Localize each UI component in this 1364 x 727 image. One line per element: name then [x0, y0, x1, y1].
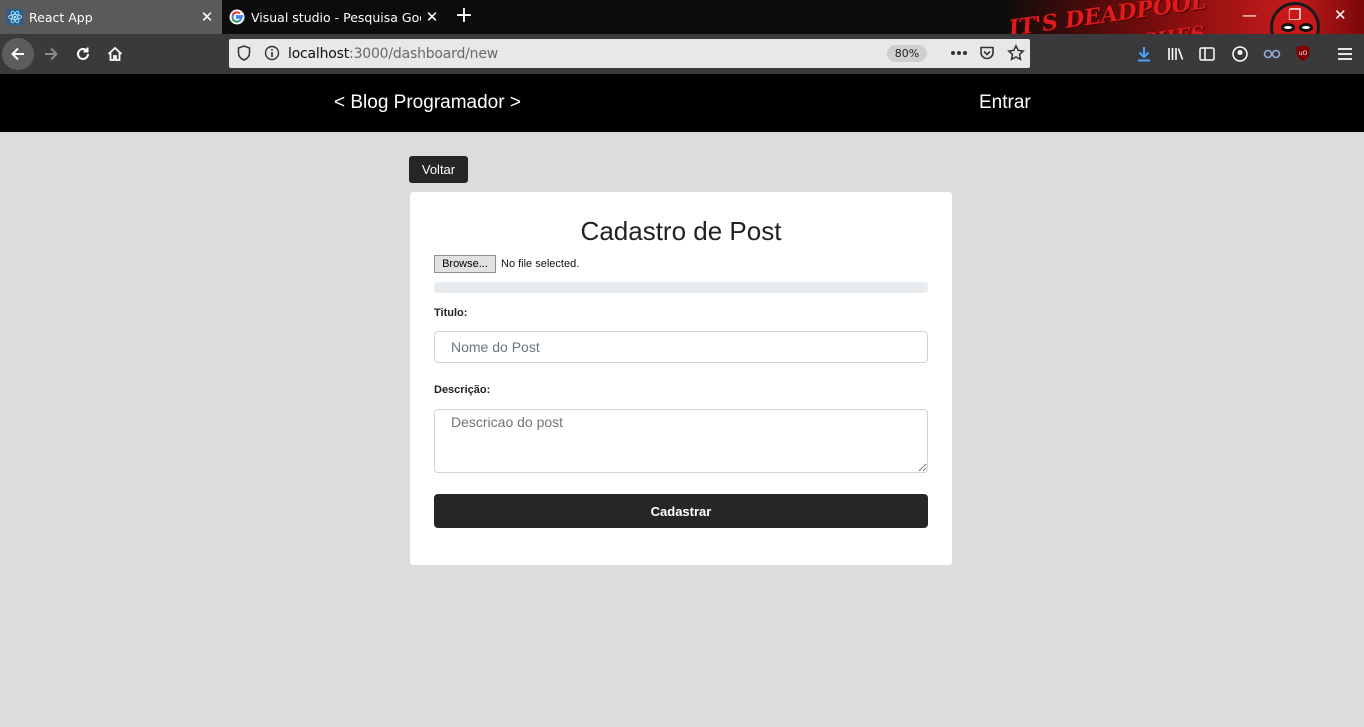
- mask-eye: [1281, 23, 1295, 32]
- ublock-origin-icon[interactable]: uO: [1293, 43, 1313, 63]
- tab-title: Visual studio - Pesquisa Google: [251, 9, 421, 25]
- minimize-window-icon[interactable]: —: [1242, 6, 1257, 24]
- download-icon[interactable]: [1134, 44, 1154, 64]
- back-button[interactable]: Voltar: [409, 156, 468, 183]
- url-text[interactable]: localhost:3000/dashboard/new: [288, 46, 498, 62]
- file-browse-button[interactable]: Browse...: [434, 255, 496, 273]
- hamburger-menu-icon[interactable]: [1335, 44, 1355, 64]
- forward-arrow-icon[interactable]: [35, 38, 67, 70]
- title-input[interactable]: [434, 331, 928, 363]
- url-path: :3000/dashboard/new: [349, 46, 499, 62]
- reload-icon[interactable]: [67, 38, 99, 70]
- new-tab-button[interactable]: +: [452, 4, 476, 28]
- site-header: < Blog Programador > Entrar: [0, 74, 1364, 132]
- browser-tab-google-search[interactable]: Visual studio - Pesquisa Google ✕: [222, 0, 447, 34]
- google-icon: [229, 9, 245, 25]
- site-brand-link[interactable]: < Blog Programador >: [334, 92, 521, 114]
- mask-eye: [1299, 23, 1313, 32]
- more-actions-icon[interactable]: [949, 45, 969, 61]
- react-icon: [7, 9, 23, 25]
- tab-title: React App: [29, 9, 93, 25]
- page-title: Cadastro de Post: [580, 216, 782, 246]
- sidebar-icon[interactable]: [1197, 44, 1217, 64]
- shield-icon[interactable]: [236, 45, 252, 61]
- title-field-label: Titulo:: [434, 307, 468, 319]
- address-bar[interactable]: localhost:3000/dashboard/new 80%: [229, 39, 1030, 68]
- description-field-label: Descrição:: [434, 384, 491, 396]
- login-link[interactable]: Entrar: [979, 92, 1031, 114]
- browser-tab-react-app[interactable]: React App ✕: [0, 0, 222, 34]
- submit-post-button[interactable]: Cadastrar: [434, 494, 928, 528]
- browser-toolbar: localhost:3000/dashboard/new 80% uO: [0, 34, 1364, 74]
- url-host: localhost: [288, 46, 350, 62]
- close-window-icon[interactable]: ✕: [1334, 6, 1347, 24]
- file-status-text: No file selected.: [501, 258, 580, 270]
- back-arrow-icon[interactable]: [2, 38, 34, 70]
- zoom-level-badge[interactable]: 80%: [887, 45, 927, 62]
- svg-text:uO: uO: [1299, 50, 1308, 57]
- description-textarea[interactable]: [434, 409, 928, 473]
- close-tab-icon[interactable]: ✕: [196, 8, 218, 26]
- home-icon[interactable]: [99, 38, 131, 70]
- post-form-card: Cadastro de Post Browse... No file selec…: [410, 192, 952, 565]
- library-icon[interactable]: [1166, 44, 1186, 64]
- upload-progress-bar: [434, 282, 928, 293]
- pocket-icon[interactable]: [978, 44, 996, 62]
- extension-glasses-icon[interactable]: [1262, 44, 1282, 64]
- account-icon[interactable]: [1230, 44, 1250, 64]
- restore-window-icon[interactable]: ❐: [1288, 6, 1301, 24]
- close-tab-icon[interactable]: ✕: [421, 8, 443, 26]
- bookmark-star-icon[interactable]: [1006, 43, 1026, 63]
- info-icon[interactable]: [264, 45, 280, 61]
